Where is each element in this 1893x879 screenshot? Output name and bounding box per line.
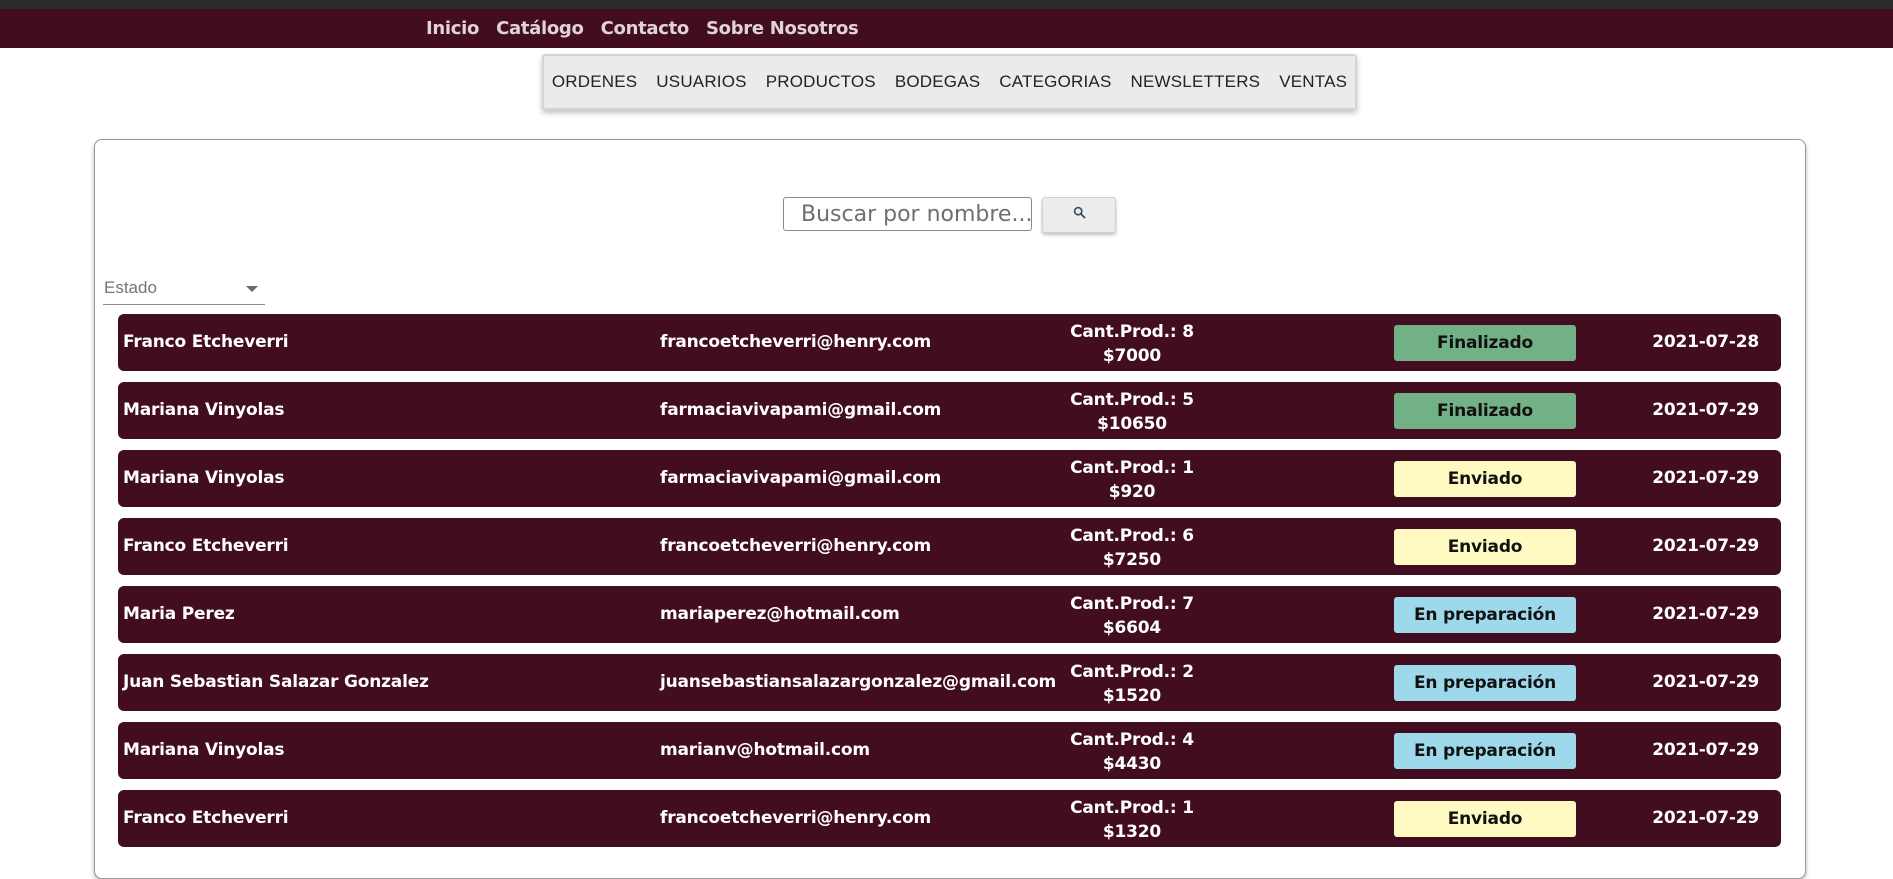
- order-total: $1320: [1102, 822, 1162, 842]
- order-date: 2021-07-29: [1652, 604, 1759, 624]
- order-summary: Cant.Prod.: 5 $10650: [1057, 388, 1207, 436]
- order-date: 2021-07-29: [1652, 536, 1759, 556]
- order-date: 2021-07-29: [1652, 400, 1759, 420]
- main-nav: Inicio Catálogo Contacto Sobre Nosotros: [426, 9, 875, 48]
- order-summary: Cant.Prod.: 4 $4430: [1057, 728, 1207, 776]
- order-customer-name: Mariana Vinyolas: [123, 400, 285, 420]
- order-row[interactable]: Franco Etcheverri francoetcheverri@henry.…: [118, 518, 1781, 575]
- order-summary: Cant.Prod.: 2 $1520: [1057, 660, 1207, 708]
- order-date: 2021-07-29: [1652, 468, 1759, 488]
- order-row[interactable]: Mariana Vinyolas farmaciavivapami@gmail.c…: [118, 450, 1781, 507]
- order-customer-name: Maria Perez: [123, 604, 235, 624]
- order-summary: Cant.Prod.: 6 $7250: [1057, 524, 1207, 572]
- admin-menu-item-newsletters[interactable]: NEWSLETTERS: [1131, 72, 1261, 92]
- admin-menu: ORDENES USUARIOS PRODUCTOS BODEGAS CATEG…: [542, 54, 1357, 110]
- order-total: $7000: [1102, 346, 1162, 366]
- order-customer-name: Franco Etcheverri: [123, 332, 289, 352]
- order-customer-email: farmaciavivapami@gmail.com: [660, 400, 942, 420]
- order-row[interactable]: Mariana Vinyolas marianv@hotmail.com Cant.…: [118, 722, 1781, 779]
- order-row[interactable]: Franco Etcheverri francoetcheverri@henry.…: [118, 314, 1781, 371]
- order-total: $7250: [1102, 550, 1162, 570]
- estado-select[interactable]: Estado: [103, 273, 265, 305]
- order-customer-name: Franco Etcheverri: [123, 536, 289, 556]
- order-summary: Cant.Prod.: 1 $920: [1057, 456, 1207, 504]
- admin-menu-item-bodegas[interactable]: BODEGAS: [895, 72, 980, 92]
- order-product-count: Cant.Prod.: 5: [1070, 390, 1194, 410]
- browser-top-strip: [0, 0, 1893, 9]
- search-input[interactable]: [783, 197, 1032, 231]
- top-navbar: [0, 9, 1893, 48]
- nav-link-inicio[interactable]: Inicio: [426, 18, 479, 39]
- admin-menu-item-productos[interactable]: PRODUCTOS: [766, 72, 876, 92]
- order-customer-name: Juan Sebastian Salazar Gonzalez: [123, 672, 429, 692]
- order-customer-name: Mariana Vinyolas: [123, 468, 285, 488]
- order-status-badge[interactable]: Enviado: [1394, 461, 1576, 497]
- order-date: 2021-07-29: [1652, 740, 1759, 760]
- admin-menu-item-ventas[interactable]: VENTAS: [1279, 72, 1347, 92]
- caret-down-icon: [246, 286, 258, 292]
- admin-menu-item-categorias[interactable]: CATEGORIAS: [999, 72, 1111, 92]
- order-status-badge[interactable]: En preparación: [1394, 665, 1576, 701]
- order-customer-email: francoetcheverri@henry.com: [660, 332, 932, 352]
- nav-link-catalogo[interactable]: Catálogo: [496, 18, 584, 39]
- admin-menu-item-ordenes[interactable]: ORDENES: [552, 72, 637, 92]
- orders-list: Franco Etcheverri francoetcheverri@henry.…: [118, 314, 1781, 858]
- order-status-badge[interactable]: Finalizado: [1394, 393, 1576, 429]
- order-summary: Cant.Prod.: 1 $1320: [1057, 796, 1207, 844]
- order-total: $4430: [1102, 754, 1162, 774]
- nav-link-contacto[interactable]: Contacto: [601, 18, 690, 39]
- order-row[interactable]: Franco Etcheverri francoetcheverri@henry.…: [118, 790, 1781, 847]
- order-status-badge[interactable]: Enviado: [1394, 801, 1576, 837]
- order-status-badge[interactable]: Enviado: [1394, 529, 1576, 565]
- order-product-count: Cant.Prod.: 4: [1070, 730, 1194, 750]
- order-customer-name: Mariana Vinyolas: [123, 740, 285, 760]
- order-customer-email: francoetcheverri@henry.com: [660, 536, 932, 556]
- order-customer-email: marianv@hotmail.com: [660, 740, 870, 760]
- order-customer-email: juansebastiansalazargonzalez@gmail.com: [660, 672, 1056, 692]
- order-product-count: Cant.Prod.: 2: [1070, 662, 1194, 682]
- order-row[interactable]: Juan Sebastian Salazar Gonzalez juansebas…: [118, 654, 1781, 711]
- order-status-badge[interactable]: Finalizado: [1394, 325, 1576, 361]
- order-product-count: Cant.Prod.: 7: [1070, 594, 1194, 614]
- order-total: $920: [1108, 482, 1156, 502]
- search-button[interactable]: [1042, 197, 1116, 233]
- order-customer-email: farmaciavivapami@gmail.com: [660, 468, 942, 488]
- estado-select-label: Estado: [104, 278, 157, 297]
- search-icon: [1073, 206, 1086, 224]
- order-date: 2021-07-28: [1652, 332, 1759, 352]
- order-total: $6604: [1102, 618, 1162, 638]
- order-total: $10650: [1097, 414, 1167, 434]
- order-customer-email: mariaperez@hotmail.com: [660, 604, 900, 624]
- order-date: 2021-07-29: [1652, 808, 1759, 828]
- order-row[interactable]: Mariana Vinyolas farmaciavivapami@gmail.c…: [118, 382, 1781, 439]
- order-customer-email: francoetcheverri@henry.com: [660, 808, 932, 828]
- nav-link-sobre-nosotros[interactable]: Sobre Nosotros: [706, 18, 859, 39]
- order-row[interactable]: Maria Perez mariaperez@hotmail.com Cant.Pr…: [118, 586, 1781, 643]
- order-summary: Cant.Prod.: 7 $6604: [1057, 592, 1207, 640]
- order-product-count: Cant.Prod.: 1: [1070, 798, 1194, 818]
- order-date: 2021-07-29: [1652, 672, 1759, 692]
- admin-menu-item-usuarios[interactable]: USUARIOS: [656, 72, 746, 92]
- order-total: $1520: [1102, 686, 1162, 706]
- order-summary: Cant.Prod.: 8 $7000: [1057, 320, 1207, 368]
- order-product-count: Cant.Prod.: 8: [1070, 322, 1194, 342]
- order-status-badge[interactable]: En preparación: [1394, 733, 1576, 769]
- order-customer-name: Franco Etcheverri: [123, 808, 289, 828]
- order-product-count: Cant.Prod.: 1: [1070, 458, 1194, 478]
- order-status-badge[interactable]: En preparación: [1394, 597, 1576, 633]
- order-product-count: Cant.Prod.: 6: [1070, 526, 1194, 546]
